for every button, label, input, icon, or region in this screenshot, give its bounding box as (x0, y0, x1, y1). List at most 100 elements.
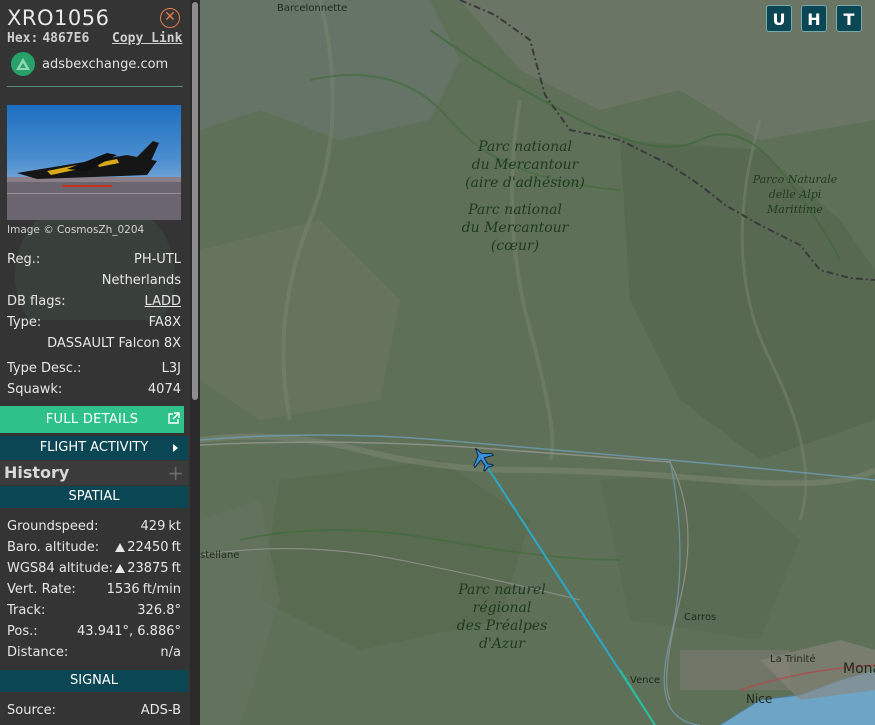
baro-altitude-label: Baro. altitude: (7, 540, 100, 555)
park-label-mercantour-adhesion: Parc national du Mercantour (aire d'adhé… (450, 138, 600, 192)
typedesc-row: Type Desc.: L3J (7, 361, 181, 379)
place-label-la-trinite: La Trinité (770, 654, 816, 665)
place-label-barcelonnette: Barcelonnette (277, 3, 348, 14)
vertical-rate-unit: ft/min (142, 582, 181, 597)
wgs84-altitude-unit: ft (171, 561, 181, 576)
typedesc-value: L3J (161, 361, 181, 376)
distance-value: n/a (160, 645, 181, 660)
baro-altitude-value: 22450 (127, 540, 169, 555)
park-label-line: Parc national (468, 202, 562, 218)
wgs84-altitude-value: 23875 (127, 561, 169, 576)
flight-activity-label: FLIGHT ACTIVITY (39, 440, 149, 455)
copy-link[interactable]: Copy Link (112, 31, 182, 46)
source-label: Source: (7, 703, 57, 718)
adsb-tracker-app: XRO1056 ✕ Hex: 4867E6 Copy Link adsbexcha… (0, 0, 875, 725)
wgs84-altitude-label: WGS84 altitude: (7, 561, 114, 576)
expand-plus-icon[interactable]: + (167, 461, 184, 485)
position-label: Pos.: (7, 624, 38, 639)
squawk-value: 4074 (147, 382, 181, 397)
dbflags-row: DB flags: LADD (7, 294, 181, 312)
history-title: History (4, 463, 70, 482)
source-value: ADS-B (140, 703, 181, 718)
spatial-section-header: SPATIAL (0, 486, 188, 508)
distance-label: Distance: (7, 645, 69, 660)
park-label-line: Marittime (767, 203, 823, 216)
park-label-line: du Mercantour (461, 220, 569, 236)
type-name-row: DASSAULT Falcon 8X (7, 336, 181, 354)
source-row: Source: ADS-B (7, 703, 181, 721)
history-header[interactable]: History + (0, 461, 188, 485)
close-icon[interactable]: ✕ (160, 8, 180, 28)
groundspeed-value: 429 (140, 519, 166, 534)
vertical-rate-label: Vert. Rate: (7, 582, 76, 597)
park-label-line: Parc national (478, 139, 572, 155)
country-value: Netherlands (101, 273, 181, 288)
squawk-row: Squawk: 4074 (7, 382, 181, 400)
type-label: Type: (7, 315, 42, 330)
full-details-label: FULL DETAILS (45, 412, 139, 427)
park-label-line: des Préalpes (456, 618, 548, 634)
type-name-value: DASSAULT Falcon 8X (47, 336, 181, 351)
hex-row: Hex: 4867E6 (7, 31, 89, 46)
signal-section-header: SIGNAL (0, 670, 188, 692)
registration-row: Reg.: PH-UTL (7, 252, 181, 270)
distance-row: Distance: n/a (7, 645, 181, 663)
wgs84-altitude-row: WGS84 altitude: 23875 ft (7, 561, 181, 579)
source-site-link[interactable]: adsbexchange.com (11, 52, 168, 76)
divider (7, 86, 183, 87)
adsbexchange-logo-icon (11, 52, 35, 76)
registration-label: Reg.: (7, 252, 41, 267)
hex-label: Hex: (7, 31, 39, 46)
park-label-line: régional (472, 600, 532, 616)
park-label-mercantour-coeur: Parc national du Mercantour (cœur) (445, 201, 585, 255)
park-label-line: (aire d'adhésion) (465, 175, 585, 191)
layer-button-t[interactable]: T (836, 5, 862, 32)
groundspeed-row: Groundspeed: 429 kt (7, 519, 181, 537)
hex-value: 4867E6 (42, 31, 90, 46)
position-value: 43.941°, 6.886° (77, 624, 181, 639)
place-label-carros: Carros (684, 612, 717, 623)
type-row: Type: FA8X (7, 315, 181, 333)
track-value: 326.8° (137, 603, 181, 618)
squawk-label: Squawk: (7, 382, 63, 397)
track-row: Track: 326.8° (7, 603, 181, 621)
callsign: XRO1056 (7, 6, 110, 30)
aircraft-info-sidebar: XRO1056 ✕ Hex: 4867E6 Copy Link adsbexcha… (0, 0, 200, 725)
layer-button-u[interactable]: U (766, 5, 792, 32)
sidebar-scrollbar-thumb[interactable] (192, 2, 198, 400)
baro-altitude-row: Baro. altitude: 22450 ft (7, 540, 181, 558)
park-label-line: d'Azur (478, 636, 525, 652)
source-site-name: adsbexchange.com (42, 56, 169, 72)
groundspeed-label: Groundspeed: (7, 519, 99, 534)
position-row: Pos.: 43.941°, 6.886° (7, 624, 181, 642)
place-label-nice: Nice (746, 692, 773, 706)
photo-credit: Image © CosmosZh_0204 (7, 224, 145, 236)
place-label-vence: Vence (630, 675, 661, 686)
layer-button-h[interactable]: H (801, 5, 827, 32)
park-label-alpi-marittime: Parco Naturale delle Alpi Marittime (735, 172, 855, 217)
park-label-line: (cœur) (490, 238, 540, 254)
type-value: FA8X (148, 315, 181, 330)
vertical-rate-value: 1536 (106, 582, 140, 597)
flight-activity-button[interactable]: FLIGHT ACTIVITY (0, 436, 188, 460)
climbing-arrow-icon (115, 543, 126, 552)
registration-value: PH-UTL (133, 252, 181, 267)
sidebar-scrollbar[interactable] (190, 0, 200, 725)
place-label-monaco: Mona (843, 661, 875, 677)
park-label-line: delle Alpi (768, 188, 822, 201)
park-label-line: Parc naturel (458, 582, 546, 598)
chevron-right-icon (173, 444, 178, 452)
dbflags-label: DB flags: (7, 294, 66, 309)
park-label-prealpes-azur: Parc naturel régional des Préalpes d'Azu… (437, 581, 567, 653)
baro-altitude-unit: ft (171, 540, 181, 555)
dbflags-link[interactable]: LADD (145, 294, 181, 309)
map-view[interactable]: Barcelonnette Parc national du Mercantou… (200, 0, 875, 725)
vertical-rate-row: Vert. Rate: 1536 ft/min (7, 582, 181, 600)
park-label-line: Parco Naturale (752, 173, 838, 186)
groundspeed-unit: kt (168, 519, 181, 534)
park-label-line: du Mercantour (471, 157, 579, 173)
aircraft-photo-image (7, 105, 181, 220)
climbing-arrow-icon (115, 564, 126, 573)
aircraft-photo[interactable] (7, 105, 181, 220)
full-details-button[interactable]: FULL DETAILS (0, 406, 184, 433)
